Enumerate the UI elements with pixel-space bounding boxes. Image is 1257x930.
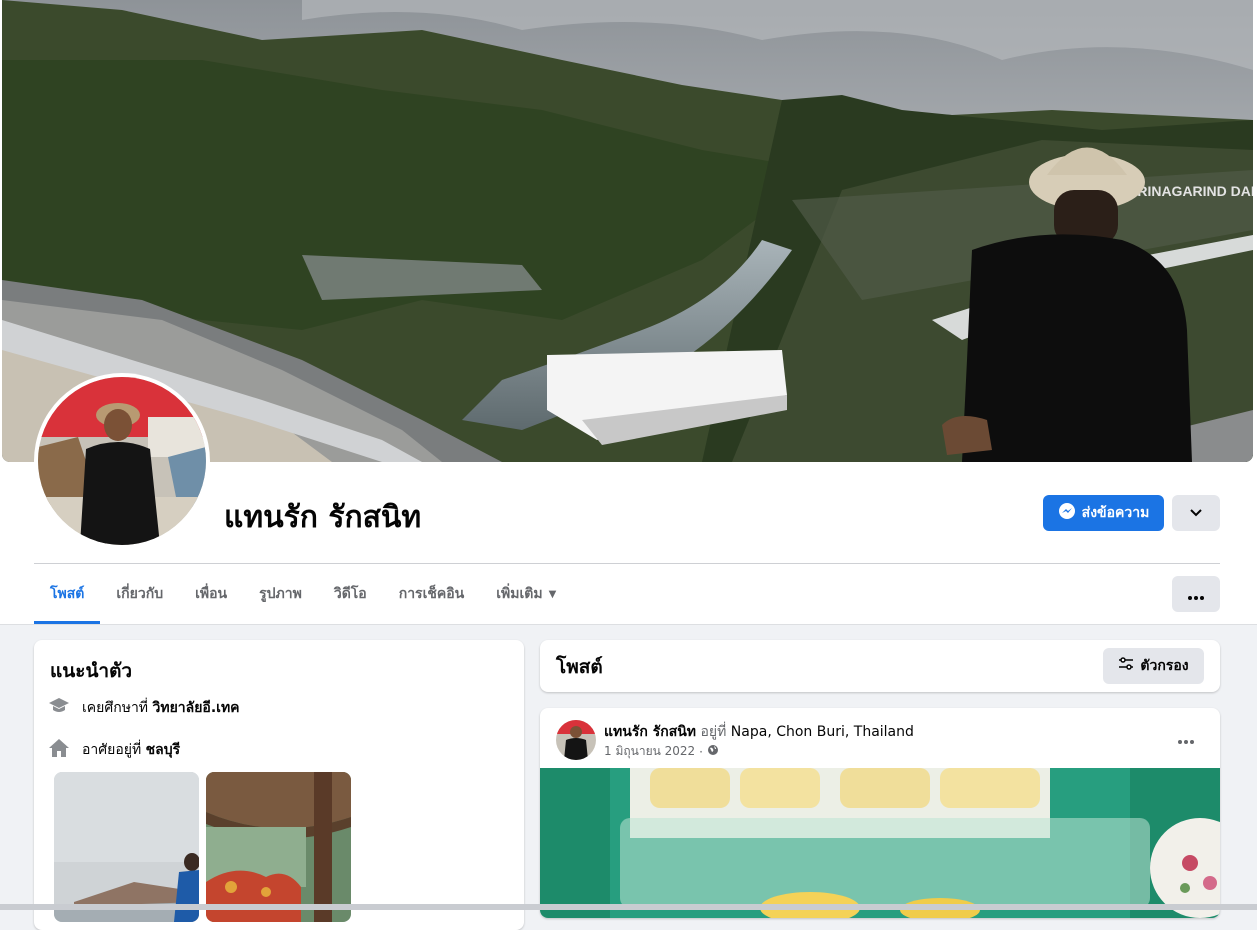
tab-friends[interactable]: เพื่อน xyxy=(179,564,243,624)
intro-card: แนะนำตัว เคยศึกษาที่ วิทยาลัยอี.เทค อาศั… xyxy=(34,640,524,930)
intro-education-prefix: เคยศึกษาที่ xyxy=(82,700,149,716)
post-location[interactable]: Napa, Chon Buri, Thailand xyxy=(731,724,914,740)
posts-title: โพสต์ xyxy=(556,656,603,678)
tab-checkins[interactable]: การเช็คอิน xyxy=(383,564,481,624)
tab-about[interactable]: เกี่ยวกับ xyxy=(100,564,179,624)
chevron-down-icon xyxy=(1189,504,1203,523)
cover-photo[interactable]: SRINAGARIND DAM xyxy=(2,0,1253,462)
more-icon xyxy=(1188,585,1204,604)
more-icon xyxy=(1178,729,1194,748)
profile-avatar[interactable] xyxy=(34,373,210,549)
header-bottom-border xyxy=(0,624,1257,625)
post-meta: 1 มิถุนายน 2022 · xyxy=(604,742,719,761)
post-options-button[interactable] xyxy=(1168,724,1204,752)
post-author-avatar[interactable] xyxy=(556,720,596,760)
caret-down-icon: ▼ xyxy=(548,588,557,600)
send-message-label: ส่งข้อความ xyxy=(1081,505,1150,521)
globe-icon xyxy=(707,744,719,759)
featured-photo-2[interactable] xyxy=(206,772,351,922)
profile-name: แทนรัก รักสนิท xyxy=(224,500,422,535)
tabs-more-options-button[interactable] xyxy=(1172,576,1220,612)
graduation-cap-icon xyxy=(48,696,70,720)
intro-education: เคยศึกษาที่ วิทยาลัยอี.เทค xyxy=(48,696,240,720)
home-icon xyxy=(48,738,70,762)
send-message-button[interactable]: ส่งข้อความ xyxy=(1043,495,1164,531)
tab-videos[interactable]: วิดีโอ xyxy=(318,564,383,624)
posts-header: โพสต์ ตัวกรอง xyxy=(540,640,1220,692)
post-card: แทนรัก รักสนิท อยู่ที่ Napa, Chon Buri, … xyxy=(540,708,1220,918)
post-headline: แทนรัก รักสนิท อยู่ที่ Napa, Chon Buri, … xyxy=(604,721,914,743)
intro-education-value[interactable]: วิทยาลัยอี.เทค xyxy=(153,700,240,716)
intro-residence: อาศัยอยู่ที่ ชลบุรี xyxy=(48,738,180,762)
svg-text:SRINAGARIND DAM: SRINAGARIND DAM xyxy=(1128,183,1253,199)
window-bottom-edge xyxy=(0,904,1257,910)
post-meta-separator: · xyxy=(699,744,703,759)
filter-label: ตัวกรอง xyxy=(1140,658,1189,674)
tab-posts[interactable]: โพสต์ xyxy=(34,564,101,624)
filter-icon xyxy=(1118,657,1134,675)
tab-photos[interactable]: รูปภาพ xyxy=(243,564,318,624)
profile-tabs: โพสต์ เกี่ยวกับ เพื่อน รูปภาพ วิดีโอ การ… xyxy=(34,564,572,624)
profile-actions-dropdown-button[interactable] xyxy=(1172,495,1220,531)
post-image[interactable] xyxy=(540,768,1220,918)
featured-photo-1[interactable] xyxy=(54,772,199,922)
intro-residence-value[interactable]: ชลบุรี xyxy=(146,742,181,758)
post-author-name[interactable]: แทนรัก รักสนิท xyxy=(604,724,696,740)
tab-more[interactable]: เพิ่มเติม ▼ xyxy=(480,564,572,624)
intro-title: แนะนำตัว xyxy=(50,660,133,682)
messenger-icon xyxy=(1058,502,1076,524)
filter-button[interactable]: ตัวกรอง xyxy=(1103,648,1204,684)
post-at-text: อยู่ที่ xyxy=(700,724,727,740)
post-date[interactable]: 1 มิถุนายน 2022 xyxy=(604,742,695,761)
intro-residence-prefix: อาศัยอยู่ที่ xyxy=(82,742,142,758)
